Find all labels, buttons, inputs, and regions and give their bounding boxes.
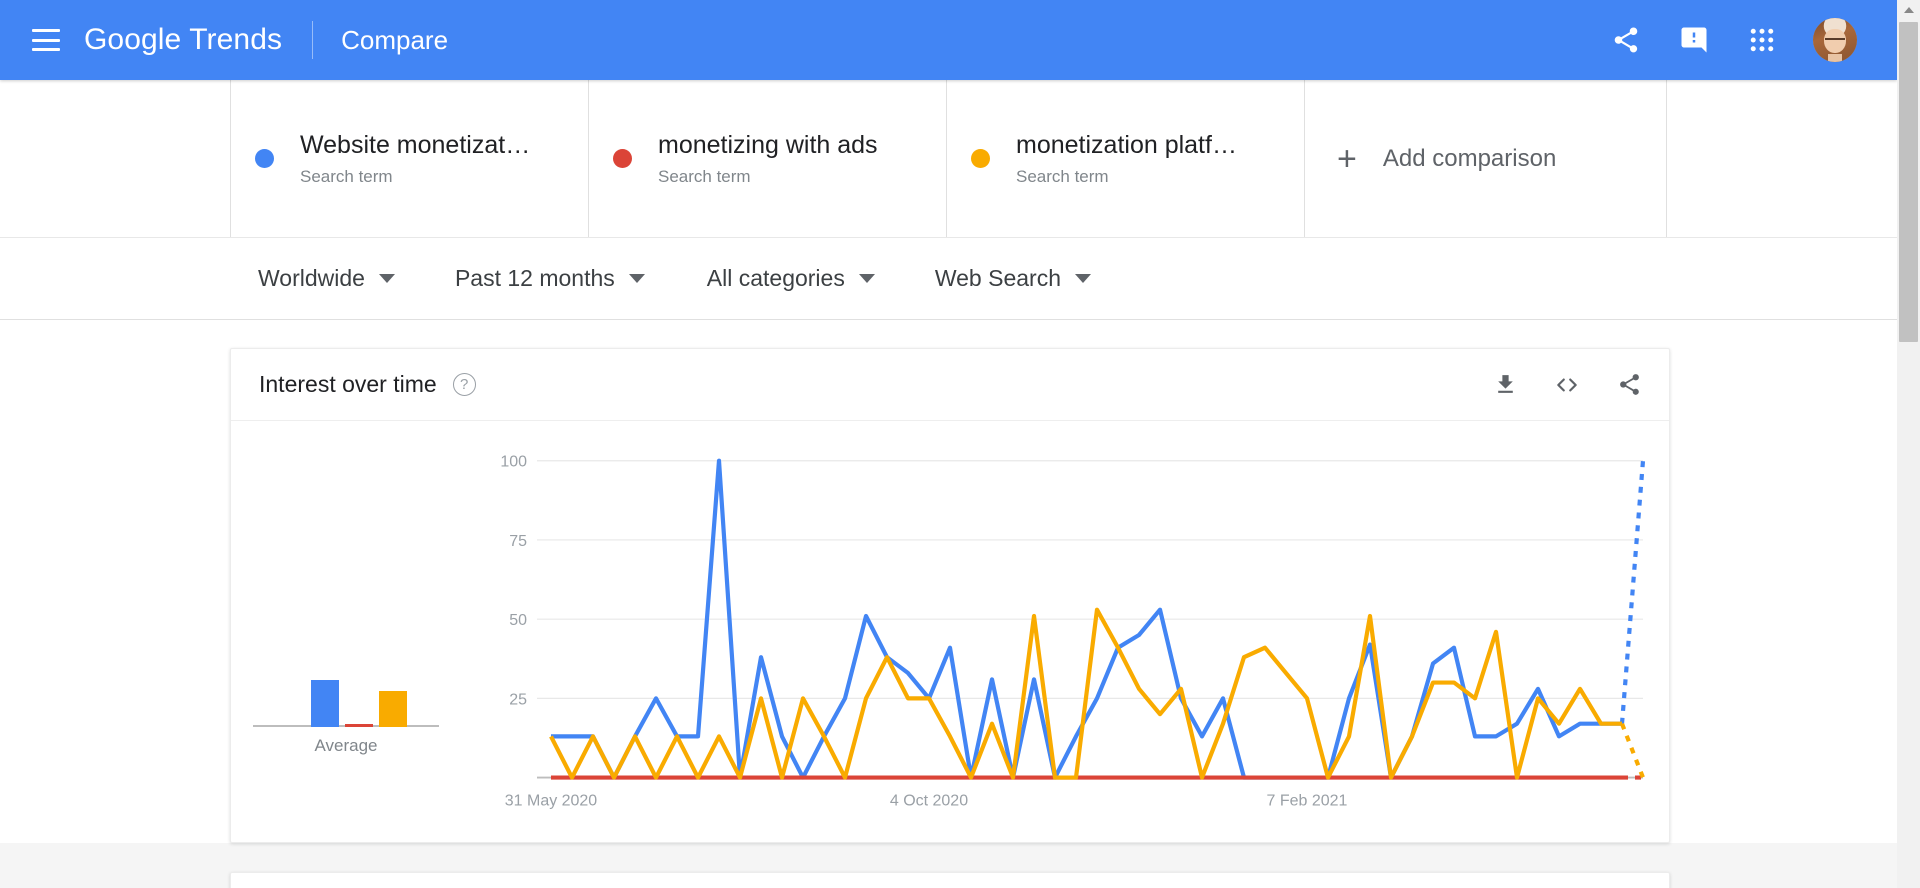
section-title-compare: Compare xyxy=(341,24,449,55)
page-scrollbar[interactable] xyxy=(1897,0,1920,888)
y-axis-tick-label: 50 xyxy=(509,612,527,629)
filter-time-range[interactable]: Past 12 months xyxy=(455,265,645,292)
hamburger-menu-icon[interactable] xyxy=(32,29,60,51)
scroll-up-arrow-icon[interactable] xyxy=(1897,0,1920,20)
google-trends-page: Google Trends Compare Website monetizat…… xyxy=(0,0,1920,888)
y-axis-tick-label: 25 xyxy=(509,691,527,708)
feedback-icon[interactable] xyxy=(1677,23,1711,57)
y-axis-tick-label: 100 xyxy=(500,454,527,471)
comparison-terms-row: Website monetizat… Search term monetizin… xyxy=(0,80,1897,238)
term-title: monetization platf… xyxy=(1016,130,1237,159)
term-text-block: monetizing with ads Search term xyxy=(658,130,878,187)
interest-over-time-chart[interactable]: 25 50 75 100 31 May 2020 4 Oct 2020 7 Feb 2021 xyxy=(431,437,1651,833)
avatar-glasses xyxy=(1824,37,1846,42)
share-icon[interactable] xyxy=(1615,371,1643,399)
chart-series-line-3 xyxy=(549,607,1622,780)
interest-over-time-card: Interest over time ? Average 25 50 75 10… xyxy=(230,348,1670,843)
term-title: Website monetizat… xyxy=(300,130,531,159)
x-axis-tick-label: 4 Oct 2020 xyxy=(890,792,968,809)
x-axis-tick-label: 31 May 2020 xyxy=(505,792,598,809)
related-card-peek xyxy=(230,872,1670,888)
header-actions xyxy=(1609,18,1857,62)
chevron-down-icon xyxy=(858,274,875,283)
term-subtitle: Search term xyxy=(1016,167,1109,187)
add-comparison-button[interactable]: + Add comparison xyxy=(1305,80,1667,237)
term-subtitle: Search term xyxy=(658,167,751,187)
filter-location-label: Worldwide xyxy=(258,265,365,291)
scrollbar-thumb[interactable] xyxy=(1899,22,1918,342)
chart-series-partial-1 xyxy=(1619,460,1646,724)
average-bar-chart: Average xyxy=(253,617,439,756)
avatar-neck xyxy=(1827,54,1843,62)
term-subtitle: Search term xyxy=(300,167,393,187)
term-color-dot xyxy=(971,149,990,168)
filter-category[interactable]: All categories xyxy=(707,265,875,292)
average-label: Average xyxy=(314,736,378,755)
embed-code-icon[interactable] xyxy=(1553,371,1581,399)
term-color-dot xyxy=(255,149,274,168)
apps-grid-icon[interactable] xyxy=(1745,23,1779,57)
card-header: Interest over time ? xyxy=(231,349,1669,421)
card-actions xyxy=(1491,371,1643,399)
comparison-term-2[interactable]: monetizing with ads Search term xyxy=(589,80,947,237)
filter-time-range-label: Past 12 months xyxy=(454,265,615,291)
help-icon[interactable]: ? xyxy=(452,373,476,396)
average-bars xyxy=(253,617,439,727)
filter-location[interactable]: Worldwide xyxy=(258,265,395,292)
app-header: Google Trends Compare xyxy=(0,0,1897,80)
filter-search-type-label: Web Search xyxy=(934,265,1061,291)
y-axis-tick-label: 75 xyxy=(509,533,527,550)
comparison-term-1[interactable]: Website monetizat… Search term xyxy=(231,80,589,237)
logo-trends-text: Trends xyxy=(189,23,283,56)
comparison-term-3[interactable]: monetization platf… Search term xyxy=(947,80,1305,237)
chevron-down-icon xyxy=(378,274,395,283)
add-comparison-label: Add comparison xyxy=(1382,144,1557,172)
filter-bar: Worldwide Past 12 months All categories … xyxy=(0,238,1897,320)
average-bar-1 xyxy=(311,680,339,727)
plus-icon: + xyxy=(1337,139,1357,178)
google-trends-logo[interactable]: Google Trends xyxy=(84,23,282,57)
logo-google-text: Google xyxy=(84,23,182,56)
term-color-dot xyxy=(613,149,632,168)
filter-search-type[interactable]: Web Search xyxy=(935,265,1091,292)
chart-series-partial-3 xyxy=(1620,722,1645,779)
header-divider xyxy=(312,21,314,59)
chart-svg: 25 50 75 100 31 May 2020 4 Oct 2020 7 Feb 2021 xyxy=(500,454,1646,809)
card-body: Average 25 50 75 100 31 May 2020 4 Oct 2020 7 … xyxy=(231,421,1669,843)
share-icon[interactable] xyxy=(1609,23,1643,57)
chevron-down-icon xyxy=(628,274,645,283)
average-bar-2 xyxy=(345,724,373,727)
term-text-block: monetization platf… Search term xyxy=(1016,130,1237,187)
card-title: Interest over time xyxy=(259,371,437,397)
terms-left-spacer xyxy=(0,80,231,237)
user-avatar[interactable] xyxy=(1813,18,1857,62)
average-bar-3 xyxy=(379,690,407,727)
x-axis-tick-label: 7 Feb 2021 xyxy=(1267,792,1348,809)
term-text-block: Website monetizat… Search term xyxy=(300,130,530,187)
term-title: monetizing with ads xyxy=(658,130,878,159)
filter-category-label: All categories xyxy=(706,265,845,291)
chevron-down-icon xyxy=(1074,274,1091,283)
download-icon[interactable] xyxy=(1491,371,1519,399)
